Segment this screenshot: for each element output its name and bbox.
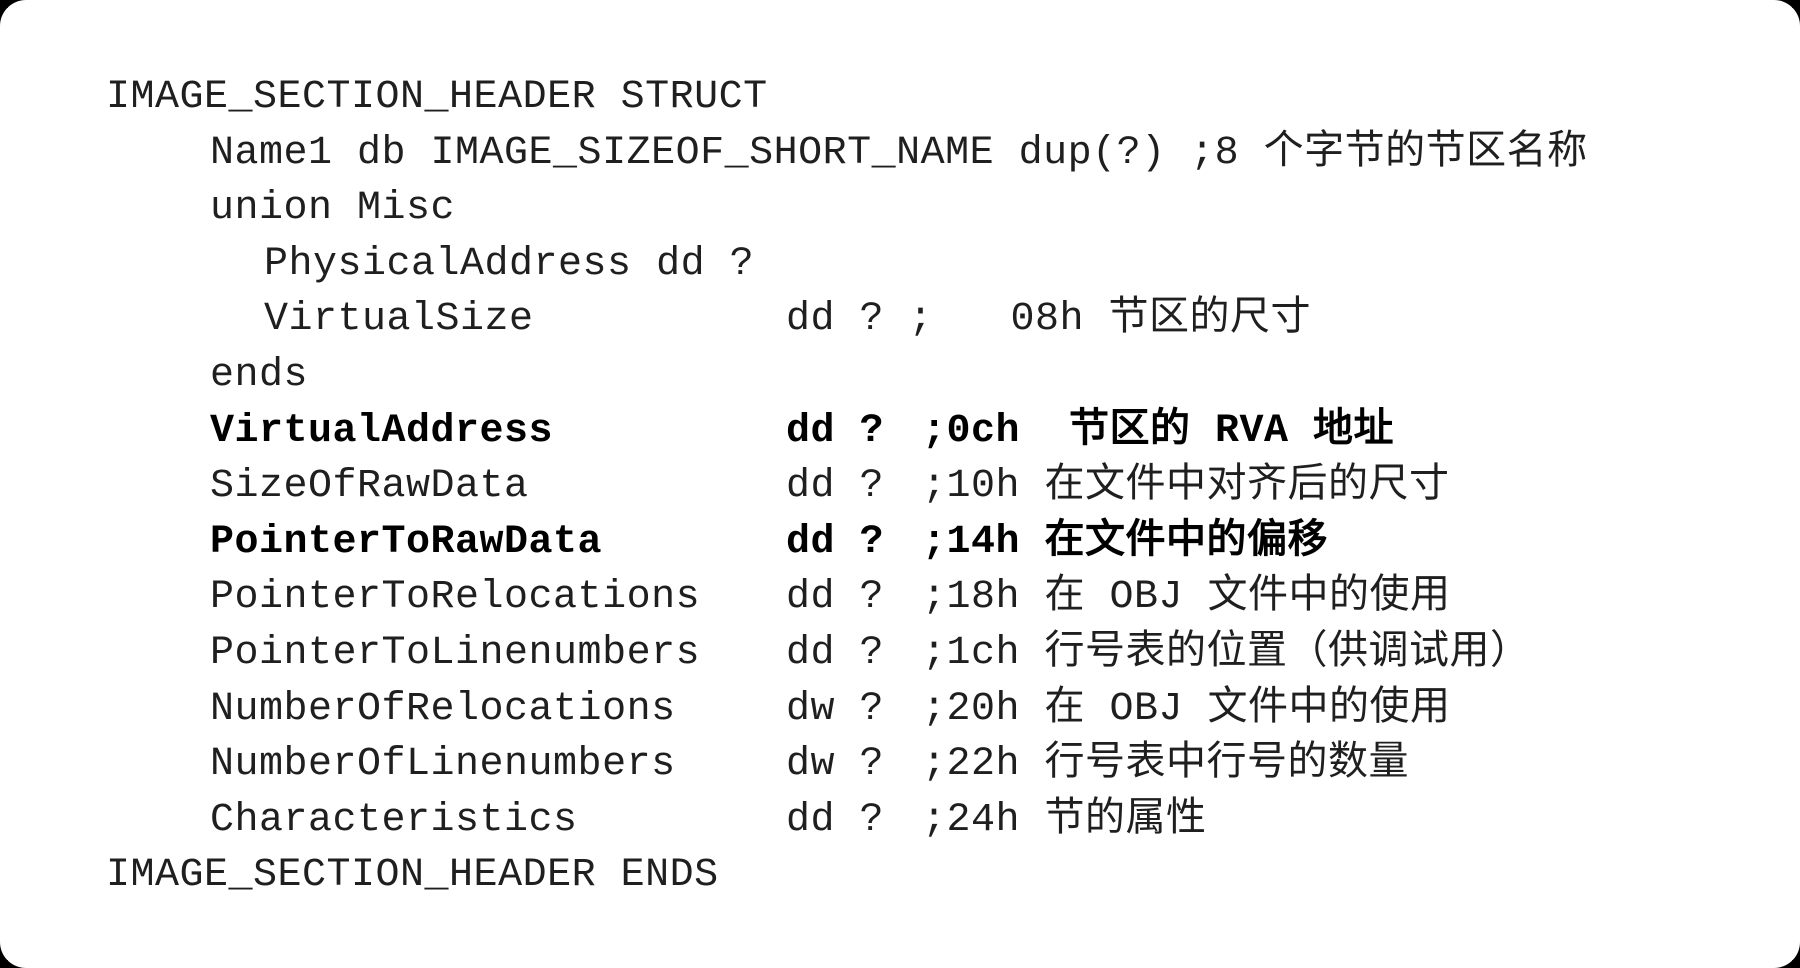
field-name: NumberOfRelocations (210, 686, 676, 732)
field-comment: ;20h 在 OBJ 文件中的使用 (922, 686, 1451, 732)
field-comment: ;22h 行号表中行号的数量 (922, 742, 1410, 788)
struct-header-line: IMAGE_SECTION_HEADER STRUCT (106, 70, 767, 126)
corner-mark-top-left (0, 0, 8, 8)
field-type: dd ? (786, 519, 885, 565)
struct-listing: IMAGE_SECTION_HEADER STRUCT Name1 db IMA… (106, 70, 1587, 904)
field-comment: ;18h 在 OBJ 文件中的使用 (922, 575, 1451, 621)
field-comment: ;14h 在文件中的偏移 (922, 519, 1329, 565)
union-open-line: union Misc (106, 181, 455, 237)
field-type: dd ? (786, 408, 885, 454)
union-close-line: ends (106, 348, 308, 404)
corner-mark-top-right (1792, 0, 1800, 8)
field-type: dd ? ; (786, 297, 934, 343)
struct-footer: IMAGE_SECTION_HEADER ENDS (106, 853, 719, 899)
field-line: SizeOfRawData dd ? ;10h 在文件中对齐后的尺寸 (106, 459, 1449, 515)
field-name: SizeOfRawData (210, 464, 529, 510)
field-comment: ;1ch 行号表的位置（供调试用） (922, 630, 1531, 676)
field-name: Characteristics (210, 797, 578, 843)
field-line: Characteristics dd ? ;24h 节的属性 (106, 793, 1206, 849)
union-open: union Misc (210, 186, 456, 232)
physical-address-declaration: PhysicalAddress dd ? (264, 241, 755, 287)
corner-mark-bottom-left (0, 960, 8, 968)
code-figure: IMAGE_SECTION_HEADER STRUCT Name1 db IMA… (0, 0, 1800, 968)
field-type: dd ? (786, 630, 885, 676)
field-line: PointerToRawData dd ? ;14h 在文件中的偏移 (106, 515, 1328, 571)
field-name: PointerToLinenumbers (210, 630, 701, 676)
field-comment: ;10h 在文件中对齐后的尺寸 (922, 464, 1450, 510)
struct-footer-line: IMAGE_SECTION_HEADER ENDS (106, 848, 718, 904)
field-type: dw ? (786, 686, 885, 732)
field-line: NumberOfLinenumbers dw ? ;22h 行号表中行号的数量 (106, 737, 1409, 793)
union-close: ends (210, 352, 309, 398)
field-type: dw ? (786, 742, 885, 788)
field-line: NumberOfRelocations dw ? ;20h 在 OBJ 文件中的… (106, 682, 1450, 738)
physical-address-line: PhysicalAddress dd ? (106, 237, 754, 293)
field-type: dd ? (786, 464, 885, 510)
virtual-size-line: VirtualSize dd ? ; 08h 节区的尺寸 (106, 292, 1311, 348)
field-type: dd ? (786, 575, 885, 621)
field-name: VirtualAddress (210, 408, 554, 454)
field-name: PointerToRelocations (210, 575, 701, 621)
corner-mark-bottom-right (1792, 960, 1800, 968)
field-line: PointerToRelocations dd ? ;18h 在 OBJ 文件中… (106, 570, 1450, 626)
field-comment: 08h 节区的尺寸 (986, 297, 1312, 343)
name1-declaration: Name1 db IMAGE_SIZEOF_SHORT_NAME dup(?) … (210, 130, 1588, 176)
field-name: PointerToRawData (210, 519, 603, 565)
field-name: NumberOfLinenumbers (210, 742, 676, 788)
field-type: dd ? (786, 797, 885, 843)
field-line: VirtualAddress dd ? ;0ch 节区的 RVA 地址 (106, 404, 1394, 460)
field-comment: ;24h 节的属性 (922, 797, 1207, 843)
field-name: VirtualSize (264, 297, 534, 343)
struct-header: IMAGE_SECTION_HEADER STRUCT (106, 75, 768, 120)
field-comment: ;0ch 节区的 RVA 地址 (922, 408, 1395, 454)
field-line: PointerToLinenumbers dd ? ;1ch 行号表的位置（供调… (106, 626, 1530, 682)
name1-line: Name1 db IMAGE_SIZEOF_SHORT_NAME dup(?) … (106, 126, 1587, 182)
